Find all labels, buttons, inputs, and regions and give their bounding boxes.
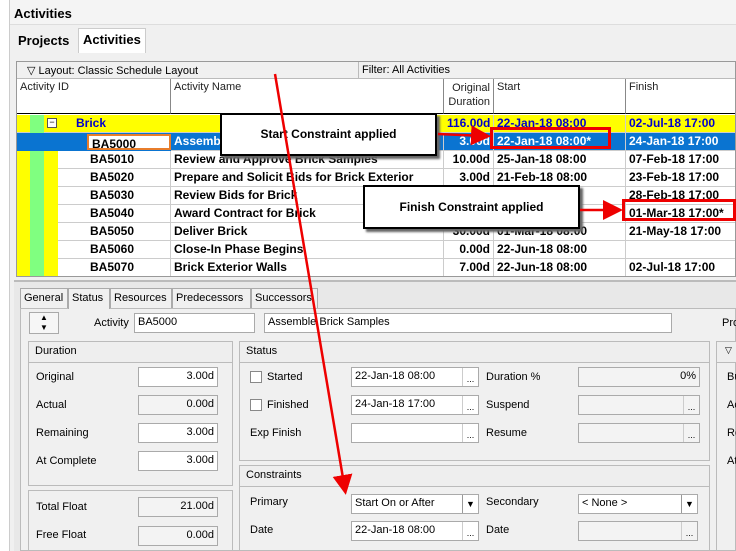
annotation-arrows [273,73,623,495]
primary-constraint-arrow [273,73,353,495]
tab-status[interactable]: Status [68,288,110,309]
start-arrow [437,125,491,146]
